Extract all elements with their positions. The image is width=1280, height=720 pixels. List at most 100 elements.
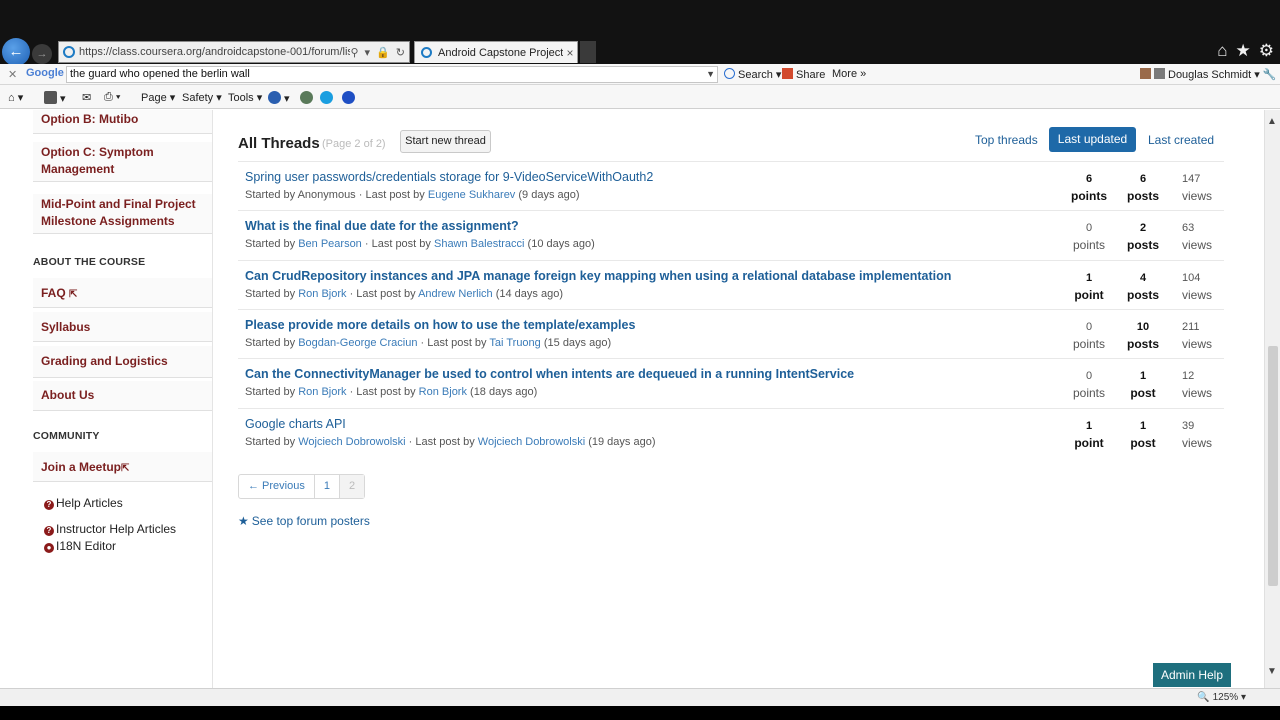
star-icon: ★ (238, 514, 249, 528)
share-icon (782, 68, 793, 79)
page-1-button[interactable]: 1 (315, 475, 340, 498)
page-title: All Threads (238, 135, 320, 152)
sidebar-item-option-c[interactable]: Option C: Symptom Management (33, 142, 212, 182)
external-link-icon: ⇱ (121, 463, 130, 474)
posts-stat: 6 posts (1126, 173, 1159, 203)
thread-starter[interactable]: Wojciech Dobrowolski (298, 436, 405, 448)
thread-title-link[interactable]: Can CrudRepository instances and JPA man… (245, 269, 951, 283)
last-post-time: (15 days ago) (543, 336, 612, 349)
thread-title-link[interactable]: Please provide more details on how to us… (245, 318, 635, 332)
started-by-label: Started by (245, 287, 296, 300)
thread-title-link[interactable]: What is the final due date for the assig… (245, 219, 519, 233)
sidebar-item-about-us[interactable]: About Us (33, 381, 212, 411)
more-button[interactable]: More » (832, 68, 866, 80)
new-tab-button[interactable] (580, 41, 596, 63)
vertical-scrollbar[interactable]: ▲ ▼ (1264, 110, 1280, 688)
last-post-time: (10 days ago) (527, 238, 595, 251)
last-poster-link[interactable]: Ron Bjork (419, 386, 467, 398)
thread-title-link[interactable]: Spring user passwords/credentials storag… (245, 170, 653, 184)
tools-menu[interactable]: Tools ▾ (228, 91, 262, 104)
points-stat: 0 points (1072, 370, 1106, 401)
thread-row[interactable]: What is the final due date for the assig… (238, 210, 1224, 259)
posts-stat: 2 posts (1126, 222, 1159, 253)
mail-icon[interactable]: ✉ (82, 91, 91, 104)
instructor-help-link[interactable]: ? Instructor Help Articles (44, 522, 176, 536)
search-icon[interactable]: ⚲ (350, 46, 358, 59)
sort-last-created[interactable]: Last created (1148, 133, 1214, 147)
skype-icon[interactable] (320, 91, 333, 105)
sidebar-item-milestones[interactable]: Mid-Point and Final Project Milestone As… (33, 194, 212, 234)
last-poster-link[interactable]: Wojciech Dobrowolski (478, 436, 585, 448)
thread-meta: Started by Ron Bjork · Last post by Andr… (245, 288, 563, 300)
top-forum-posters-link[interactable]: ★ See top forum posters (238, 514, 370, 528)
last-poster-link[interactable]: Andrew Nerlich (418, 288, 493, 300)
thread-title-link[interactable]: Google charts API (245, 417, 346, 431)
sidebar-item-faq[interactable]: FAQ ⇱ (33, 278, 212, 308)
i18n-editor-link[interactable]: ● I18N Editor (44, 539, 116, 553)
tab-android-capstone[interactable]: Android Capstone Project | ... × (414, 41, 578, 63)
last-post-label: · Last post by (349, 386, 416, 399)
wrench-icon[interactable]: 🔧 (1263, 69, 1277, 81)
views-stat: 39 views (1182, 419, 1213, 450)
last-poster-link[interactable]: Shawn Balestracci (434, 238, 525, 250)
scroll-up-icon[interactable]: ▲ (1267, 116, 1277, 127)
dropdown-icon[interactable]: ▾ (365, 46, 371, 59)
previous-page-button[interactable]: ← Previous (239, 475, 315, 498)
close-toolbar-icon[interactable]: ✕ (8, 68, 17, 81)
globe-icon: ● (44, 543, 54, 553)
bluetooth-icon[interactable] (342, 91, 355, 105)
settings-gear-icon[interactable]: ⚙ (1259, 41, 1274, 61)
google-search-input[interactable]: the guard who opened the berlin wall ▼ (66, 66, 718, 83)
back-button[interactable]: ← (2, 38, 30, 66)
home-small-icon[interactable]: ⌂ ▾ (8, 91, 23, 104)
sidebar-item-option-b[interactable]: Option B: Mutibo (33, 110, 212, 134)
thread-row[interactable]: Spring user passwords/credentials storag… (238, 161, 1224, 210)
thread-row[interactable]: Please provide more details on how to us… (238, 308, 1224, 358)
safety-menu[interactable]: Safety ▾ (182, 91, 222, 104)
sidebar-item-syllabus[interactable]: Syllabus (33, 312, 212, 342)
share-button[interactable]: Share (782, 68, 825, 81)
sort-last-updated[interactable]: Last updated (1049, 127, 1136, 152)
site-favicon-icon (63, 46, 75, 58)
refresh-icon[interactable]: ↻ (396, 46, 405, 59)
address-bar[interactable]: https://class.coursera.org/androidcapsto… (58, 41, 410, 63)
google-search-button[interactable]: Search ▾ (724, 68, 781, 81)
last-post-label: · Last post by (349, 287, 416, 300)
thread-row[interactable]: Google charts API Started by Wojciech Dob… (238, 407, 1224, 457)
thread-row[interactable]: Can the ConnectivityManager be used to c… (238, 358, 1224, 407)
zoom-level[interactable]: 🔍 125% ▾ (1197, 692, 1246, 703)
last-poster-link[interactable]: Tai Truong (489, 337, 540, 349)
address-url[interactable]: https://class.coursera.org/androidcapsto… (79, 46, 350, 58)
sidebar-item-meetup[interactable]: Join a Meetup⇱ (33, 452, 212, 482)
extension-icon[interactable] (300, 91, 313, 105)
start-new-thread-button[interactable]: Start new thread (400, 130, 491, 153)
last-post-label: · Last post by (358, 189, 425, 201)
thread-starter[interactable]: Ben Pearson (298, 238, 362, 250)
page-menu[interactable]: Page ▾ (141, 91, 175, 104)
home-icon[interactable]: ⌂ (1217, 41, 1227, 61)
chevron-down-icon[interactable]: ▼ (706, 67, 715, 82)
thread-starter[interactable]: Ron Bjork (298, 386, 346, 398)
scroll-down-icon[interactable]: ▼ (1267, 666, 1277, 677)
thread-starter[interactable]: Ron Bjork (298, 288, 346, 300)
last-poster-link[interactable]: Eugene Sukharev (428, 189, 515, 201)
sidebar-item-grading[interactable]: Grading and Logistics (33, 346, 212, 378)
forward-button[interactable]: → (32, 44, 52, 64)
scrollbar-thumb[interactable] (1268, 346, 1278, 586)
rss-icon[interactable]: ▾ (44, 91, 66, 105)
favorites-star-icon[interactable]: ★ (1236, 41, 1251, 61)
started-by-label: Started by (245, 435, 296, 448)
started-by-label: Started by (245, 189, 296, 201)
last-post-time: (9 days ago) (518, 189, 580, 201)
tab-close-icon[interactable]: × (563, 46, 577, 60)
lock-icon[interactable]: 🔒 (376, 46, 390, 59)
views-stat: 147 views (1182, 173, 1213, 203)
thread-title-link[interactable]: Can the ConnectivityManager be used to c… (245, 367, 854, 381)
sort-top-threads[interactable]: Top threads (975, 133, 1038, 147)
help-icon[interactable]: ▾ (268, 91, 290, 105)
thread-row[interactable]: Can CrudRepository instances and JPA man… (238, 259, 1224, 309)
print-icon[interactable]: ⎙ ▾ (104, 91, 120, 104)
admin-help-button[interactable]: Admin Help (1153, 663, 1231, 687)
help-articles-link[interactable]: ? Help Articles (44, 496, 123, 510)
thread-starter[interactable]: Bogdan-George Craciun (298, 337, 417, 349)
